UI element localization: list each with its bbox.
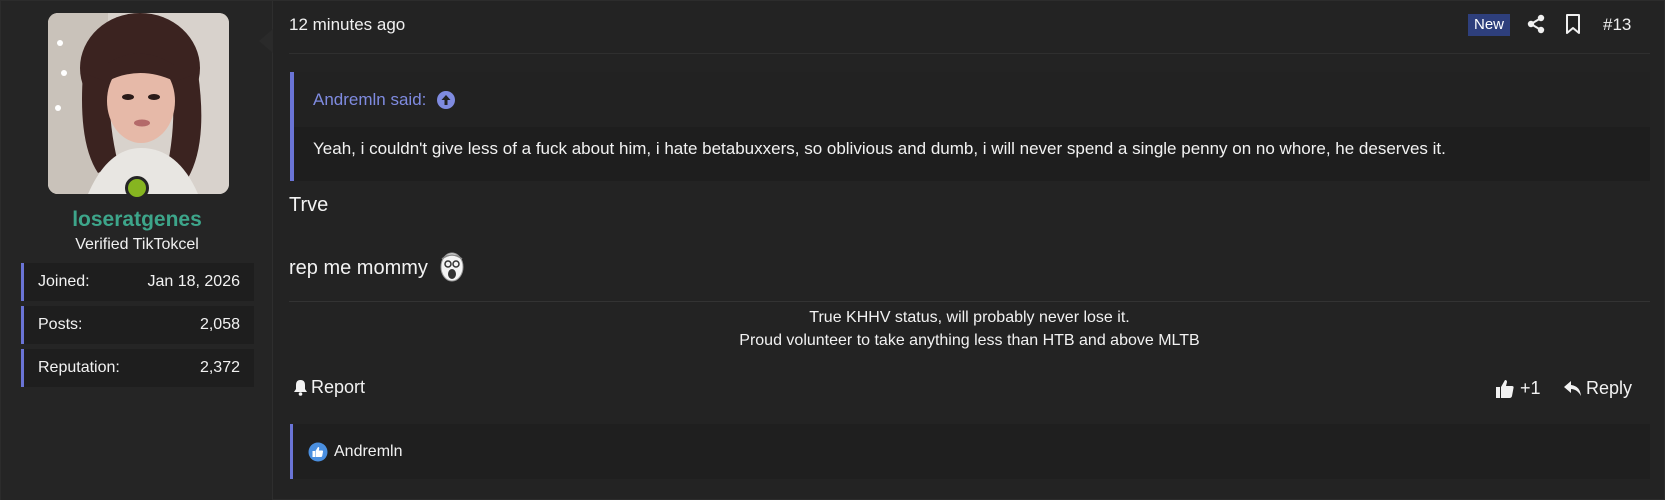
signature-line: True KHHV status, will probably never lo…: [809, 309, 1130, 326]
report-button[interactable]: Report: [293, 377, 365, 398]
stat-joined: Joined: Jan 18, 2026: [21, 263, 254, 301]
stat-label: Posts:: [38, 316, 83, 333]
report-label: Report: [311, 377, 366, 397]
divider: [289, 53, 1650, 54]
wojak-emoji-icon: [438, 251, 466, 285]
stat-posts: Posts: 2,058: [21, 306, 254, 344]
liked-by-user[interactable]: Andremln: [334, 443, 402, 461]
stat-value: 2,058: [199, 316, 240, 333]
stat-label: Joined:: [38, 273, 90, 290]
post-user-sidebar: loseratgenes Verified TikTokcel Joined: …: [1, 1, 273, 500]
post-body-text: rep me mommy: [289, 256, 428, 279]
quote-block: Andremln said: Yeah, i couldn't give les…: [290, 72, 1650, 181]
forum-post: loseratgenes Verified TikTokcel Joined: …: [0, 0, 1665, 500]
new-badge: New: [1468, 14, 1511, 36]
signature-line: Proud volunteer to take anything less th…: [739, 332, 1200, 349]
stat-label: Reputation:: [38, 359, 120, 376]
post-timestamp-link[interactable]: 12 minutes ago: [289, 15, 405, 35]
post-message: 12 minutes ago New #13 Andremln said: Ye…: [273, 1, 1665, 500]
user-title: Verified TikTokcel: [75, 236, 199, 253]
post-body-line: Trve: [289, 194, 329, 216]
thumbs-up-icon: [1495, 379, 1515, 399]
quote-text: Yeah, i couldn't give less of a fuck abo…: [313, 139, 1446, 158]
online-status-dot: [125, 176, 149, 200]
username-link[interactable]: loseratgenes: [1, 208, 273, 232]
like-button[interactable]: +1: [1495, 378, 1541, 399]
post-body-line: rep me mommy: [289, 251, 466, 285]
avatar-container[interactable]: [48, 13, 229, 200]
bookmark-icon[interactable]: [1563, 13, 1583, 35]
quote-header[interactable]: Andremln said:: [294, 72, 1650, 127]
reply-label: Reply: [1586, 378, 1633, 398]
stat-reputation: Reputation: 2,372: [21, 349, 254, 387]
like-count: +1: [1520, 378, 1541, 398]
user-arrow-pointer: [259, 29, 273, 53]
reactions-bar[interactable]: Andremln: [290, 424, 1650, 479]
stat-value: Jan 18, 2026: [147, 273, 240, 290]
signature-divider: [289, 301, 1650, 302]
quote-author[interactable]: Andremln said:: [313, 90, 426, 110]
stat-value: 2,372: [199, 359, 240, 376]
reply-button[interactable]: Reply: [1563, 378, 1632, 399]
avatar[interactable]: [48, 13, 229, 194]
arrow-up-circle-icon[interactable]: [436, 90, 456, 110]
post-number-link[interactable]: #13: [1603, 15, 1631, 35]
share-icon[interactable]: [1525, 13, 1547, 35]
like-reaction-icon: [308, 442, 328, 462]
reply-arrow-icon: [1563, 380, 1582, 397]
bell-icon: [293, 379, 308, 396]
